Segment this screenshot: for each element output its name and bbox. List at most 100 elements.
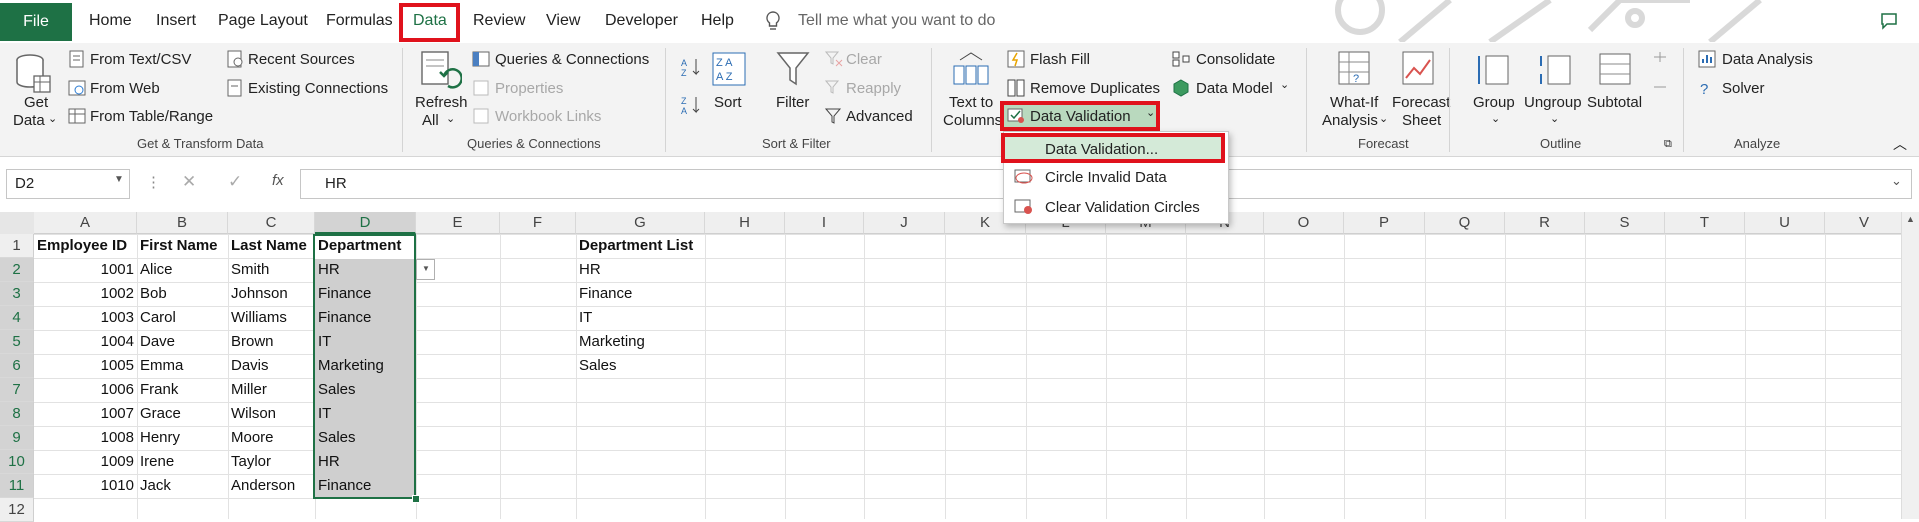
from-text-csv-button[interactable]: From Text/CSV: [90, 51, 191, 68]
table-cell[interactable]: Dave: [137, 330, 228, 354]
column-header[interactable]: O: [1264, 212, 1344, 234]
table-cell[interactable]: Henry: [137, 426, 228, 450]
chevron-down-icon[interactable]: ⌄: [1280, 78, 1289, 91]
tab-view[interactable]: View: [546, 12, 580, 30]
chevron-down-icon[interactable]: ▼: [114, 174, 124, 185]
row-header[interactable]: 8: [0, 402, 34, 426]
column-header[interactable]: G: [576, 212, 705, 234]
column-header[interactable]: C: [228, 212, 315, 234]
row-header[interactable]: 11: [0, 474, 34, 498]
tell-me-search[interactable]: Tell me what you want to do: [798, 12, 995, 30]
menu-item-clear-circles[interactable]: Clear Validation Circles: [1004, 193, 1228, 222]
column-header[interactable]: S: [1585, 212, 1665, 234]
tab-developer[interactable]: Developer: [605, 12, 678, 30]
row-header[interactable]: 5: [0, 330, 34, 354]
circle-invalid-label[interactable]: Circle Invalid Data: [1045, 169, 1167, 186]
header-cell[interactable]: Department List: [576, 234, 705, 258]
get-data-line2[interactable]: Data: [13, 112, 45, 129]
column-header[interactable]: U: [1745, 212, 1825, 234]
table-cell[interactable]: Wilson: [228, 402, 315, 426]
row-header[interactable]: 4: [0, 306, 34, 330]
data-validation-label[interactable]: Data Validation: [1030, 108, 1131, 125]
table-cell[interactable]: Frank: [137, 378, 228, 402]
table-cell[interactable]: 1001: [34, 258, 137, 282]
table-cell[interactable]: Irene: [137, 450, 228, 474]
comment-icon[interactable]: [1880, 12, 1898, 30]
text-to-columns-line2[interactable]: Columns: [943, 112, 1002, 129]
dialog-launcher-icon[interactable]: ⧉: [1664, 138, 1672, 151]
column-header[interactable]: H: [705, 212, 785, 234]
file-tab[interactable]: File: [0, 3, 72, 41]
fill-handle[interactable]: [412, 495, 420, 503]
collapse-ribbon-icon[interactable]: ︿: [1893, 134, 1907, 154]
tab-page-layout[interactable]: Page Layout: [218, 12, 308, 30]
tab-insert[interactable]: Insert: [156, 12, 196, 30]
table-cell[interactable]: Brown: [228, 330, 315, 354]
vertical-scrollbar[interactable]: ▲: [1901, 212, 1919, 519]
chevron-down-icon[interactable]: ⌄: [48, 112, 57, 125]
row-header[interactable]: 9: [0, 426, 34, 450]
ungroup-button[interactable]: Ungroup: [1524, 94, 1582, 111]
column-header[interactable]: Q: [1425, 212, 1505, 234]
row-header[interactable]: 3: [0, 282, 34, 306]
tab-formulas[interactable]: Formulas: [326, 12, 393, 30]
column-header[interactable]: F: [500, 212, 576, 234]
column-header[interactable]: P: [1344, 212, 1425, 234]
tab-home[interactable]: Home: [89, 12, 132, 30]
data-validation-item-label[interactable]: Data Validation...: [1045, 141, 1158, 158]
table-cell[interactable]: Bob: [137, 282, 228, 306]
refresh-all-line1[interactable]: Refresh: [415, 94, 468, 111]
table-cell[interactable]: Carol: [137, 306, 228, 330]
table-cell[interactable]: Miller: [228, 378, 315, 402]
from-web-button[interactable]: From Web: [90, 80, 160, 97]
row-header[interactable]: 1: [0, 234, 34, 258]
column-header[interactable]: R: [1505, 212, 1585, 234]
menu-item-circle-invalid[interactable]: Circle Invalid Data: [1004, 163, 1228, 192]
row-header[interactable]: 7: [0, 378, 34, 402]
column-header[interactable]: T: [1665, 212, 1745, 234]
get-data-line1[interactable]: Get: [24, 94, 48, 111]
clear-button[interactable]: Clear: [846, 51, 882, 68]
advanced-button[interactable]: Advanced: [846, 108, 913, 125]
column-header[interactable]: D: [315, 212, 416, 234]
table-cell[interactable]: Alice: [137, 258, 228, 282]
remove-duplicates-button[interactable]: Remove Duplicates: [1030, 80, 1160, 97]
header-cell[interactable]: Employee ID: [34, 234, 137, 258]
expand-formula-icon[interactable]: ⌄: [1891, 173, 1902, 189]
column-header[interactable]: J: [864, 212, 945, 234]
data-validation-menu-item-highlight[interactable]: Data Validation...: [1001, 133, 1225, 163]
sort-button[interactable]: Sort: [714, 94, 742, 111]
table-cell[interactable]: 1004: [34, 330, 137, 354]
enter-icon[interactable]: ✓: [228, 172, 242, 192]
table-cell[interactable]: Davis: [228, 354, 315, 378]
scroll-up-icon[interactable]: ▲: [1906, 214, 1915, 224]
table-cell[interactable]: 1002: [34, 282, 137, 306]
subtotal-button[interactable]: Subtotal: [1587, 94, 1642, 111]
sort-az-icon[interactable]: AZ: [680, 56, 702, 78]
table-cell[interactable]: Emma: [137, 354, 228, 378]
flash-fill-button[interactable]: Flash Fill: [1030, 51, 1090, 68]
row-header[interactable]: 6: [0, 354, 34, 378]
list-cell[interactable]: Sales: [576, 354, 705, 378]
name-box[interactable]: D2 ▼: [6, 169, 130, 199]
consolidate-button[interactable]: Consolidate: [1196, 51, 1275, 68]
cancel-icon[interactable]: ✕: [182, 172, 196, 192]
list-cell[interactable]: Marketing: [576, 330, 705, 354]
row-header[interactable]: 12: [0, 498, 34, 522]
select-all-corner[interactable]: [0, 212, 34, 234]
header-cell[interactable]: Last Name: [228, 234, 315, 258]
list-cell[interactable]: HR: [576, 258, 705, 282]
workbook-links-button[interactable]: Workbook Links: [495, 108, 601, 125]
what-if-line1[interactable]: What-If: [1330, 94, 1378, 111]
table-cell[interactable]: 1003: [34, 306, 137, 330]
table-cell[interactable]: Grace: [137, 402, 228, 426]
forecast-sheet-line1[interactable]: Forecast: [1392, 94, 1450, 111]
table-cell[interactable]: 1008: [34, 426, 137, 450]
chevron-down-icon[interactable]: ⌄: [1491, 112, 1500, 125]
more-options-icon[interactable]: ⋮: [146, 173, 161, 191]
insert-function-icon[interactable]: fx: [272, 172, 284, 189]
what-if-line2[interactable]: Analysis: [1322, 112, 1378, 129]
column-header[interactable]: B: [137, 212, 228, 234]
table-cell[interactable]: Johnson: [228, 282, 315, 306]
table-cell[interactable]: 1007: [34, 402, 137, 426]
